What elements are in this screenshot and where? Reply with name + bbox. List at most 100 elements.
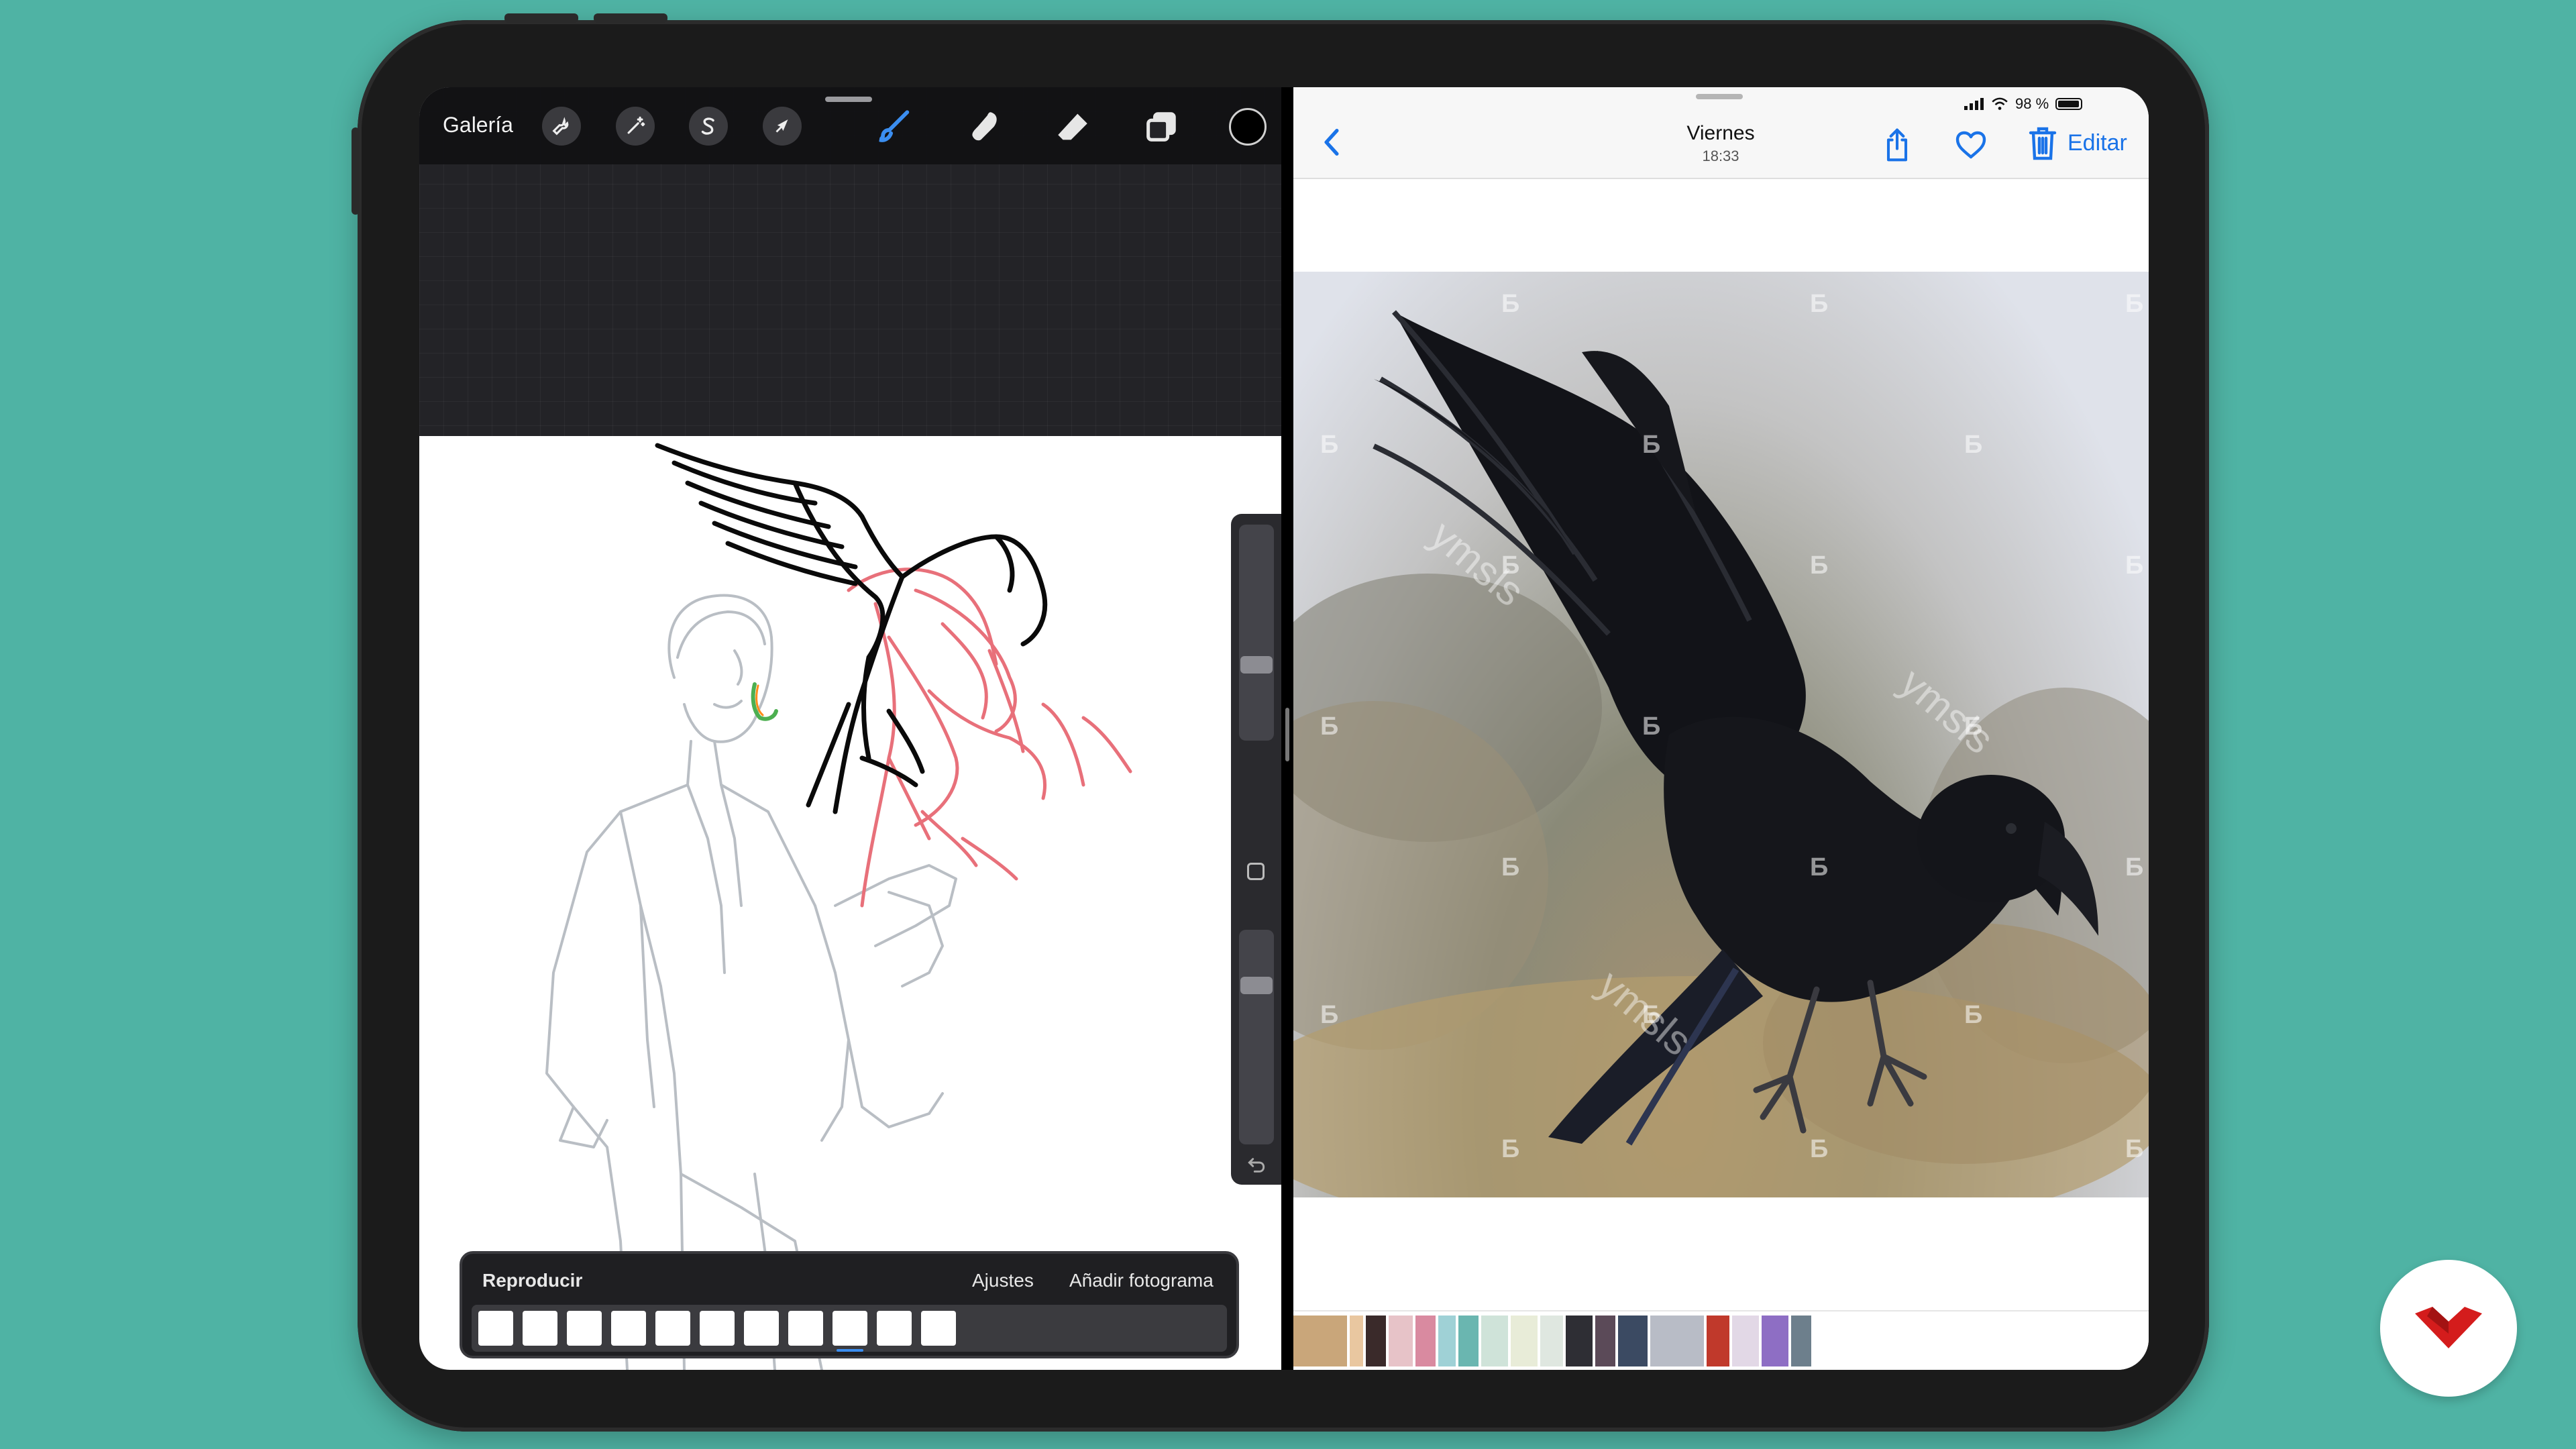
brand-logo-badge: [2380, 1260, 2517, 1397]
brand-logo-icon: [2415, 1307, 2482, 1348]
volume-down-button: [594, 13, 667, 23]
raven-photo[interactable]: БББ БББ БББ БББ БББ БББ БББ ymsls ymsls …: [1293, 272, 2149, 1197]
brush-icon[interactable]: [873, 106, 915, 148]
thumbnail[interactable]: [1481, 1316, 1508, 1366]
volume-up-button: [504, 13, 578, 23]
procreate-app: Galería Reproducir Ajustes Añadir fotogr…: [419, 87, 1282, 1370]
thumbnail[interactable]: [1618, 1316, 1648, 1366]
multitask-grabber[interactable]: [1696, 94, 1743, 99]
svg-text:Б: Б: [1320, 431, 1338, 459]
battery-percentage: 98 %: [2015, 95, 2049, 112]
brush-size-thumb[interactable]: [1240, 656, 1273, 674]
svg-text:Б: Б: [1642, 431, 1660, 459]
eyedropper-square-icon[interactable]: [1247, 863, 1265, 880]
thumbnail[interactable]: [1350, 1316, 1363, 1366]
thumbnail[interactable]: [1791, 1316, 1811, 1366]
bird-red-sketch: [847, 568, 1132, 908]
svg-text:Б: Б: [2125, 853, 2143, 881]
thumbnail[interactable]: [1762, 1316, 1788, 1366]
thumbnail[interactable]: [1707, 1316, 1729, 1366]
back-chevron-icon[interactable]: [1320, 127, 1343, 160]
wifi-icon: [1992, 97, 2008, 110]
svg-text:Б: Б: [1320, 712, 1338, 741]
svg-text:Б: Б: [1320, 1001, 1338, 1029]
raven-photo-content: БББ БББ БББ БББ БББ БББ БББ ymsls ymsls …: [1293, 290, 2149, 1197]
photo-time: 18:33: [1702, 148, 1739, 164]
svg-text:Б: Б: [2125, 290, 2143, 318]
svg-text:Б: Б: [1810, 290, 1828, 318]
photo-date-title: Viernes: [1686, 122, 1755, 144]
share-icon[interactable]: [1882, 127, 1913, 166]
multitask-grabber[interactable]: [825, 97, 872, 102]
svg-text:Б: Б: [1810, 1135, 1828, 1163]
svg-text:Б: Б: [1964, 1001, 1982, 1029]
canvas-drawing[interactable]: [419, 436, 1281, 1370]
magic-wand-icon[interactable]: [616, 107, 655, 146]
svg-text:Б: Б: [1810, 551, 1828, 580]
layers-icon[interactable]: [1140, 106, 1182, 148]
selection-s-icon[interactable]: [689, 107, 728, 146]
frame-thumbnail[interactable]: [877, 1311, 912, 1346]
battery-icon: [2055, 98, 2083, 110]
svg-text:Б: Б: [1964, 431, 1982, 459]
smudge-icon[interactable]: [963, 106, 1005, 148]
arrow-cursor-icon[interactable]: [763, 107, 802, 146]
svg-text:Б: Б: [1642, 712, 1660, 741]
brush-sidebar: [1231, 514, 1282, 1185]
signal-icon: [1964, 98, 1984, 110]
color-picker-button[interactable]: [1229, 108, 1267, 146]
brush-opacity-slider[interactable]: [1239, 930, 1274, 1144]
frame-thumbnail[interactable]: [788, 1311, 823, 1346]
power-button: [352, 127, 360, 215]
svg-text:Б: Б: [1501, 290, 1519, 318]
thumbnail[interactable]: [1540, 1316, 1563, 1366]
add-frame-button[interactable]: Añadir fotograma: [1069, 1270, 1214, 1291]
thumbnail[interactable]: [1458, 1316, 1479, 1366]
thumbnail[interactable]: [1511, 1316, 1538, 1366]
svg-text:Б: Б: [1810, 853, 1828, 881]
selected-frame-indicator: [837, 1349, 863, 1352]
gallery-button[interactable]: Galería: [443, 113, 513, 138]
frame-thumbnail[interactable]: [700, 1311, 735, 1346]
play-button[interactable]: Reproducir: [482, 1270, 582, 1291]
animation-assist-panel: Reproducir Ajustes Añadir fotograma: [460, 1251, 1239, 1358]
ipad-screen: Galería Reproducir Ajustes Añadir fotogr…: [419, 87, 2149, 1370]
frame-thumbnail[interactable]: [567, 1311, 602, 1346]
eraser-icon[interactable]: [1052, 106, 1093, 148]
thumbnail[interactable]: [1389, 1316, 1413, 1366]
thumbnail[interactable]: [1566, 1316, 1593, 1366]
frames-timeline: [472, 1305, 1227, 1352]
undo-icon[interactable]: [1246, 1155, 1267, 1179]
photos-app: 98 % Viernes 18:33 Б Б Б Б Б Б Б Б Б Б Б…: [1293, 87, 2149, 1370]
wrench-icon[interactable]: [542, 107, 581, 146]
svg-text:Б: Б: [1501, 853, 1519, 881]
svg-text:Б: Б: [2125, 1135, 2143, 1163]
favorite-heart-icon[interactable]: [1954, 130, 1988, 163]
thumbnail[interactable]: [1366, 1316, 1386, 1366]
split-view-handle[interactable]: [1285, 708, 1289, 761]
frame-thumbnail[interactable]: [523, 1311, 557, 1346]
frame-thumbnail[interactable]: [655, 1311, 690, 1346]
brush-opacity-thumb[interactable]: [1240, 977, 1273, 994]
brush-size-slider[interactable]: [1239, 525, 1274, 741]
svg-text:Б: Б: [1501, 1135, 1519, 1163]
thumbnail[interactable]: [1438, 1316, 1456, 1366]
frame-thumbnail[interactable]: [611, 1311, 646, 1346]
frame-thumbnail[interactable]: [921, 1311, 956, 1346]
thumbnail[interactable]: [1650, 1316, 1704, 1366]
frame-thumbnail[interactable]: [478, 1311, 513, 1346]
thumbnail[interactable]: [1595, 1316, 1615, 1366]
procreate-toolbar: Galería: [419, 87, 1281, 164]
photo-thumbnails-strip: [1293, 1310, 2149, 1370]
thumbnail[interactable]: [1415, 1316, 1436, 1366]
thumbnail[interactable]: [1293, 1316, 1347, 1366]
edit-button[interactable]: Editar: [2068, 130, 2127, 156]
trash-icon[interactable]: [2028, 126, 2057, 164]
thumbnail[interactable]: [1732, 1316, 1759, 1366]
green-highlight-stroke: [751, 682, 778, 721]
frame-thumbnail-selected[interactable]: [833, 1311, 867, 1346]
photos-header: 98 % Viernes 18:33: [1293, 87, 2149, 179]
frame-thumbnail[interactable]: [744, 1311, 779, 1346]
animation-settings-button[interactable]: Ajustes: [972, 1270, 1034, 1291]
svg-text:Б: Б: [2125, 551, 2143, 580]
